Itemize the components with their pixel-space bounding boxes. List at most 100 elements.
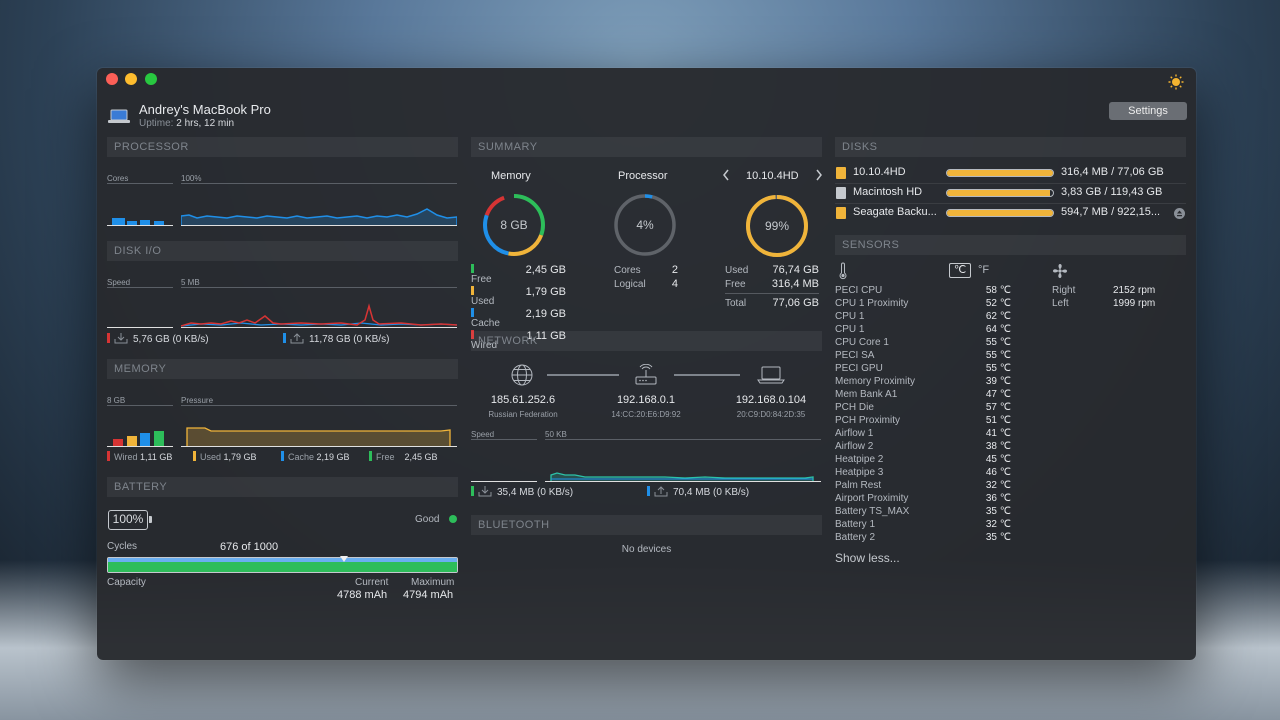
- download-swatch: [471, 486, 474, 496]
- sensor-value: 47 ℃: [985, 389, 1011, 400]
- fan-speed: 2152 rpm: [1113, 285, 1156, 296]
- sensor-value: 35 ℃: [985, 506, 1011, 517]
- network-traffic-graph: [545, 444, 821, 482]
- sensor-name: Airflow 2: [835, 441, 874, 452]
- cycles-label: Cycles: [107, 541, 138, 552]
- disk-row[interactable]: Macintosh HD 3,83 GB / 119,43 GB: [835, 184, 1186, 204]
- disk-name: Seagate Backu...: [853, 206, 937, 218]
- temperature-row: PECI CPU 58 ℃: [835, 284, 1015, 297]
- temperature-row: Airflow 1 41 ℃: [835, 427, 1015, 440]
- legend-cache: Cache 2,19 GB: [281, 451, 369, 462]
- network-link-line: [547, 374, 619, 376]
- disk-row[interactable]: Seagate Backu... 594,7 MB / 922,15...: [835, 204, 1186, 224]
- internal-drive-icon: [836, 187, 846, 199]
- current-label: Current: [355, 577, 389, 588]
- sensor-name: Battery 1: [835, 519, 876, 530]
- sensor-name: PCH Proximity: [835, 415, 901, 426]
- router-icon: [633, 364, 659, 386]
- router-mac: 14:CC:20:E6:D9:92: [611, 410, 681, 419]
- download-total-value: 35,4 MB (0 KB/s): [497, 487, 574, 498]
- cores-bar-chart: [107, 188, 173, 226]
- disk-usage-text: 3,83 GB / 119,43 GB: [1061, 186, 1163, 198]
- battery-capacity-fill: [108, 558, 457, 572]
- sensor-name: Mem Bank A1: [835, 389, 898, 400]
- sensors-section-header: SENSORS: [835, 235, 1186, 255]
- sensor-name: Heatpipe 3: [835, 467, 884, 478]
- sensor-value: 35 ℃: [985, 532, 1011, 543]
- temperature-row: Memory Proximity 39 ℃: [835, 375, 1015, 388]
- network-link-line-2: [674, 374, 740, 376]
- disks-section-header: DISKS: [835, 137, 1186, 157]
- temperature-row: PCH Die 57 ℃: [835, 401, 1015, 414]
- fan-speed: 1999 rpm: [1113, 298, 1156, 309]
- disk-row[interactable]: 10.10.4HD 316,4 MB / 77,06 GB: [835, 164, 1186, 184]
- temperature-row: Battery 2 35 ℃: [835, 531, 1015, 544]
- temperature-row: Heatpipe 2 45 ℃: [835, 453, 1015, 466]
- memory-pressure-graph: [181, 409, 457, 447]
- cycles-marker: [339, 556, 348, 562]
- sensor-value: 46 ℃: [985, 467, 1011, 478]
- machine-name: Andrey's MacBook Pro: [139, 102, 271, 117]
- sensor-value: 55 ℃: [985, 337, 1011, 348]
- memory-total-label: 8 GB: [107, 396, 173, 406]
- local-mac: 20:C9:D0:84:2D:35: [736, 410, 806, 419]
- sensor-value: 51 ℃: [985, 415, 1011, 426]
- temperature-row: CPU 1 Proximity 52 ℃: [835, 297, 1015, 310]
- fan-row: Left 1999 rpm: [1052, 297, 1162, 310]
- memory-bar-chart: [107, 409, 173, 447]
- chevron-left-icon[interactable]: [721, 168, 731, 182]
- disk-usage-text: 594,7 MB / 922,15...: [1061, 206, 1161, 218]
- uptime-value: 2 hrs, 12 min: [176, 118, 235, 129]
- network-upload-total: 70,4 MB (0 KB/s): [647, 486, 817, 500]
- unit-celsius-toggle[interactable]: ℃: [949, 263, 971, 278]
- chevron-right-icon[interactable]: [814, 168, 824, 182]
- bluetooth-section-header: BLUETOOTH: [471, 515, 822, 535]
- sensor-name: CPU Core 1: [835, 337, 889, 348]
- settings-button[interactable]: Settings: [1109, 102, 1187, 120]
- sensor-value: 32 ℃: [985, 480, 1011, 491]
- disks-list: 10.10.4HD 316,4 MB / 77,06 GB Macintosh …: [835, 164, 1186, 224]
- disk-donut-center: 99%: [764, 219, 790, 233]
- external-drive-icon: [836, 167, 846, 179]
- sensor-value: 62 ℃: [985, 311, 1011, 322]
- write-total-value: 11,78 GB (0 KB/s): [309, 334, 390, 345]
- sensor-value: 32 ℃: [985, 519, 1011, 530]
- close-button[interactable]: [106, 73, 118, 85]
- show-less-link[interactable]: Show less...: [835, 551, 900, 565]
- summary-disk-list: Used 76,74 GB Free 316,4 MB Total 77,06 GB: [725, 264, 819, 309]
- sensor-value: 55 ℃: [985, 350, 1011, 361]
- memory-section-header: MEMORY: [107, 359, 458, 379]
- summary-processor-title: Processor: [618, 170, 668, 182]
- maximum-label: Maximum: [411, 577, 455, 588]
- upload-icon: [290, 333, 304, 344]
- download-icon: [114, 333, 128, 344]
- temperature-row: PECI SA 55 ℃: [835, 349, 1015, 362]
- temperature-row: CPU 1 64 ℃: [835, 323, 1015, 336]
- summary-cpu-list: Cores 2 Logical 4: [614, 264, 678, 290]
- sensor-value: 38 ℃: [985, 441, 1011, 452]
- sensor-name: PECI CPU: [835, 285, 883, 296]
- read-swatch: [107, 333, 110, 343]
- temperature-row: Palm Rest 32 ℃: [835, 479, 1015, 492]
- disk-usage-text: 316,4 MB / 77,06 GB: [1061, 166, 1164, 178]
- disk-speed-baseline: [107, 290, 173, 328]
- network-download-total: 35,4 MB (0 KB/s): [471, 486, 631, 500]
- sensor-name: PCH Die: [835, 402, 874, 413]
- temperature-row: Airflow 2 38 ℃: [835, 440, 1015, 453]
- minimize-button[interactable]: [125, 73, 137, 85]
- eject-icon[interactable]: [1174, 208, 1185, 219]
- upload-swatch: [647, 486, 650, 496]
- temperature-row: CPU 1 62 ℃: [835, 310, 1015, 323]
- unit-fahrenheit-toggle[interactable]: °F: [978, 264, 989, 276]
- theme-sun-icon[interactable]: [1168, 74, 1184, 90]
- capacity-label: Capacity: [107, 577, 146, 588]
- temperature-row: Battery 1 32 ℃: [835, 518, 1015, 531]
- write-swatch: [283, 333, 286, 343]
- thermometer-icon: [838, 262, 848, 280]
- zoom-button[interactable]: [145, 73, 157, 85]
- net-download-icon: [478, 486, 492, 497]
- sensor-name: Battery 2: [835, 532, 876, 543]
- sensor-value: 45 ℃: [985, 454, 1011, 465]
- disk-scale-label: 5 MB: [181, 278, 457, 288]
- router-ip: 192.168.0.1: [616, 394, 676, 406]
